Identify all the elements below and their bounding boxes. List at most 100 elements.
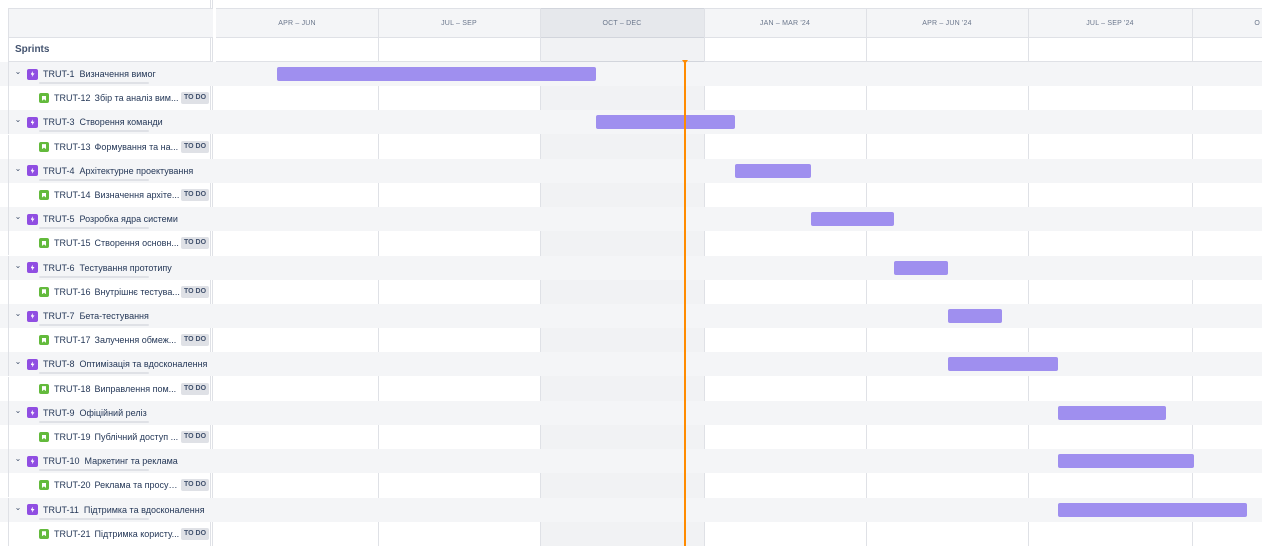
epic-row[interactable]: ⌄ TRUT-6 Тестування прототипу (0, 255, 1262, 280)
chevron-down-icon[interactable]: ⌄ (13, 309, 23, 319)
quarter-label: OCT – DEC (602, 19, 642, 27)
epic-icon (27, 358, 38, 370)
epic-label[interactable]: ⌄ TRUT-4 Архітектурне проектування (13, 164, 193, 178)
status-badge[interactable]: TO DO (181, 285, 210, 298)
status-badge[interactable]: TO DO (181, 527, 210, 540)
epic-timeline-bar[interactable] (596, 115, 735, 130)
epic-row[interactable]: ⌄ TRUT-8 Оптимізація та вдосконалення (0, 352, 1262, 377)
story-key[interactable]: TRUT-19 (54, 432, 91, 442)
story-row[interactable]: TRUT-14 Визначення архіте... TO DO (0, 183, 1262, 207)
story-key[interactable]: TRUT-18 (54, 384, 91, 394)
story-row[interactable]: TRUT-17 Залучення обмеж... TO DO (0, 328, 1262, 353)
story-key[interactable]: TRUT-14 (54, 190, 91, 200)
epic-key[interactable]: TRUT-9 (43, 408, 75, 418)
story-label[interactable]: TRUT-12 Збір та аналіз вим... (39, 91, 181, 105)
epic-key[interactable]: TRUT-10 (43, 456, 80, 466)
epic-key[interactable]: TRUT-6 (43, 263, 75, 273)
epic-key[interactable]: TRUT-11 (43, 505, 79, 515)
story-label[interactable]: TRUT-17 Залучення обмеж... (39, 333, 181, 347)
epic-row[interactable]: ⌄ TRUT-4 Архітектурне проектування (0, 158, 1262, 183)
epic-timeline-bar[interactable] (1058, 405, 1166, 420)
story-label[interactable]: TRUT-19 Публічний доступ ... (39, 430, 181, 444)
epic-key[interactable]: TRUT-1 (43, 69, 75, 79)
story-key[interactable]: TRUT-21 (54, 529, 91, 539)
epic-label[interactable]: ⌄ TRUT-3 Створення команди (13, 115, 163, 129)
epic-label[interactable]: ⌄ TRUT-6 Тестування прототипу (13, 261, 172, 275)
story-cell: TRUT-16 Внутрішнє тестува... TO DO (8, 279, 213, 304)
epic-timeline-bar[interactable] (948, 357, 1058, 372)
story-icon (39, 432, 49, 442)
status-badge[interactable]: TO DO (181, 92, 210, 105)
epic-timeline-bar[interactable] (277, 67, 596, 81)
story-row[interactable]: TRUT-12 Збір та аналіз вим... TO DO (0, 86, 1262, 111)
epic-progress-bar (39, 275, 149, 278)
chevron-down-icon[interactable]: ⌄ (13, 163, 23, 173)
story-row[interactable]: TRUT-13 Формування та на... TO DO (0, 134, 1262, 159)
story-key[interactable]: TRUT-17 (54, 335, 91, 345)
epic-label[interactable]: ⌄ TRUT-10 Маркетинг та реклама (13, 454, 178, 468)
epic-label[interactable]: ⌄ TRUT-1 Визначення вимог (13, 67, 156, 81)
epic-row[interactable]: ⌄ TRUT-1 Визначення вимог (0, 62, 1262, 86)
status-badge[interactable]: TO DO (181, 237, 210, 250)
status-badge[interactable]: TO DO (181, 479, 210, 492)
epic-timeline-bar[interactable] (948, 309, 1002, 323)
story-icon (39, 141, 49, 152)
epic-label[interactable]: ⌄ TRUT-9 Офіційний реліз (13, 406, 147, 420)
status-badge[interactable]: TO DO (181, 189, 210, 201)
status-badge[interactable]: TO DO (181, 431, 210, 443)
epic-label[interactable]: ⌄ TRUT-7 Бета-тестування (13, 309, 149, 323)
story-key[interactable]: TRUT-12 (54, 93, 91, 103)
story-key[interactable]: TRUT-16 (54, 287, 91, 297)
story-title: Формування та на... (94, 141, 179, 152)
story-row[interactable]: TRUT-15 Створення основн... TO DO (0, 231, 1262, 256)
story-label[interactable]: TRUT-14 Визначення архіте... (39, 188, 181, 202)
epic-key[interactable]: TRUT-3 (43, 117, 75, 127)
epic-timeline-bar[interactable] (735, 163, 811, 178)
epic-label[interactable]: ⌄ TRUT-8 Оптимізація та вдосконалення (13, 357, 207, 371)
epic-row[interactable]: ⌄ TRUT-7 Бета-тестування (0, 304, 1262, 328)
epic-timeline-bar[interactable] (894, 260, 948, 275)
epic-label[interactable]: ⌄ TRUT-11 Підтримка та вдосконалення (13, 503, 205, 517)
story-key[interactable]: TRUT-15 (54, 238, 91, 248)
chevron-down-icon[interactable]: ⌄ (13, 212, 23, 222)
chevron-down-icon[interactable]: ⌄ (13, 405, 23, 415)
epic-row[interactable]: ⌄ TRUT-5 Розробка ядра системи (0, 207, 1262, 232)
story-label[interactable]: TRUT-13 Формування та на... (39, 140, 181, 154)
epic-timeline-bar[interactable] (811, 212, 894, 227)
epic-timeline-bar[interactable] (1058, 454, 1194, 469)
epic-key[interactable]: TRUT-5 (43, 214, 75, 224)
chevron-down-icon[interactable]: ⌄ (13, 260, 23, 270)
epic-progress-bar (39, 469, 149, 472)
epic-timeline-bar[interactable] (1058, 502, 1247, 517)
chevron-down-icon[interactable]: ⌄ (13, 67, 23, 77)
epic-title: Створення команди (79, 117, 163, 128)
sprints-label[interactable]: Sprints (8, 38, 213, 62)
story-label[interactable]: TRUT-20 Реклама та просув... (39, 478, 181, 492)
chevron-down-icon[interactable]: ⌄ (13, 454, 23, 464)
status-badge[interactable]: TO DO (181, 334, 210, 347)
status-badge[interactable]: TO DO (181, 140, 210, 153)
story-cell: TRUT-19 Публічний доступ ... TO DO (8, 425, 213, 449)
story-row[interactable]: TRUT-16 Внутрішнє тестува... TO DO (0, 279, 1262, 304)
epic-cell: ⌄ TRUT-3 Створення команди (8, 110, 213, 135)
chevron-down-icon[interactable]: ⌄ (13, 115, 23, 125)
chevron-down-icon[interactable]: ⌄ (13, 357, 23, 367)
epic-cell: ⌄ TRUT-10 Маркетинг та реклама (8, 449, 213, 474)
epic-label[interactable]: ⌄ TRUT-5 Розробка ядра системи (13, 212, 178, 226)
story-label[interactable]: TRUT-16 Внутрішнє тестува... (39, 285, 181, 299)
story-label[interactable]: TRUT-15 Створення основн... (39, 236, 181, 250)
story-row[interactable]: TRUT-18 Виправлення пом... TO DO (0, 376, 1262, 401)
story-row[interactable]: TRUT-21 Підтримка користу... TO DO (0, 521, 1262, 546)
epic-progress-bar (39, 517, 149, 520)
story-key[interactable]: TRUT-13 (54, 142, 91, 152)
chevron-down-icon[interactable]: ⌄ (13, 502, 23, 512)
story-row[interactable]: TRUT-20 Реклама та просув... TO DO (0, 473, 1262, 498)
status-badge[interactable]: TO DO (181, 382, 210, 395)
story-label[interactable]: TRUT-21 Підтримка користу... (39, 527, 181, 541)
epic-key[interactable]: TRUT-4 (43, 166, 75, 176)
story-row[interactable]: TRUT-19 Публічний доступ ... TO DO (0, 425, 1262, 449)
epic-key[interactable]: TRUT-7 (43, 311, 75, 321)
epic-key[interactable]: TRUT-8 (43, 359, 75, 369)
story-label[interactable]: TRUT-18 Виправлення пом... (39, 382, 181, 396)
story-key[interactable]: TRUT-20 (54, 480, 91, 490)
